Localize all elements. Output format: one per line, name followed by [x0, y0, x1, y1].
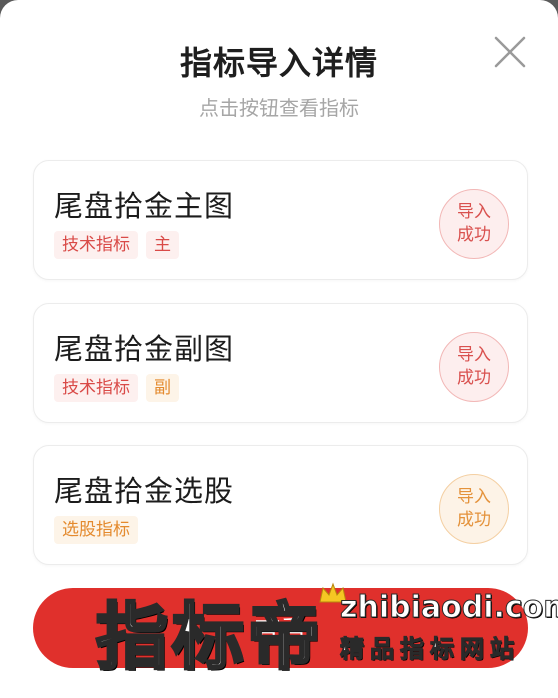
badge-line-2: 成功	[457, 510, 491, 530]
import-success-badge: 导入 成功	[439, 189, 509, 259]
badge-line-1: 导入	[457, 345, 491, 365]
close-button[interactable]	[492, 34, 528, 70]
badge-line-2: 成功	[457, 225, 491, 245]
import-success-badge: 导入 成功	[439, 332, 509, 402]
view-indicators-button[interactable]: 查看	[33, 588, 528, 668]
indicator-name: 尾盘拾金主图	[54, 189, 235, 223]
close-icon	[494, 36, 526, 68]
badge-line-2: 成功	[457, 368, 491, 388]
badge-line-1: 导入	[457, 487, 491, 507]
dialog-subtitle: 点击按钮查看指标	[199, 96, 359, 120]
dialog-title: 指标导入详情	[179, 44, 378, 82]
indicator-name: 尾盘拾金副图	[54, 332, 235, 366]
tag-chart: 副	[146, 374, 179, 402]
indicator-name: 尾盘拾金选股	[54, 474, 235, 508]
indicator-card[interactable]: 尾盘拾金主图 技术指标 主 导入 成功	[33, 160, 528, 280]
import-success-badge: 导入 成功	[439, 474, 509, 544]
indicator-tags: 选股指标	[54, 516, 138, 544]
tag-type: 技术指标	[54, 374, 138, 402]
indicator-tags: 技术指标 副	[54, 374, 179, 402]
tag-type: 选股指标	[54, 516, 138, 544]
view-button-label: 查看	[254, 615, 307, 646]
indicator-card[interactable]: 尾盘拾金副图 技术指标 副 导入 成功	[33, 303, 528, 423]
indicator-tags: 技术指标 主	[54, 231, 179, 259]
badge-line-1: 导入	[457, 202, 491, 222]
import-details-dialog: 指标导入详情 点击按钮查看指标 尾盘拾金主图 技术指标 主 导入 成功 尾盘拾金…	[0, 0, 558, 698]
tag-chart: 主	[146, 231, 179, 259]
tag-type: 技术指标	[54, 231, 138, 259]
indicator-card[interactable]: 尾盘拾金选股 选股指标 导入 成功	[33, 445, 528, 565]
